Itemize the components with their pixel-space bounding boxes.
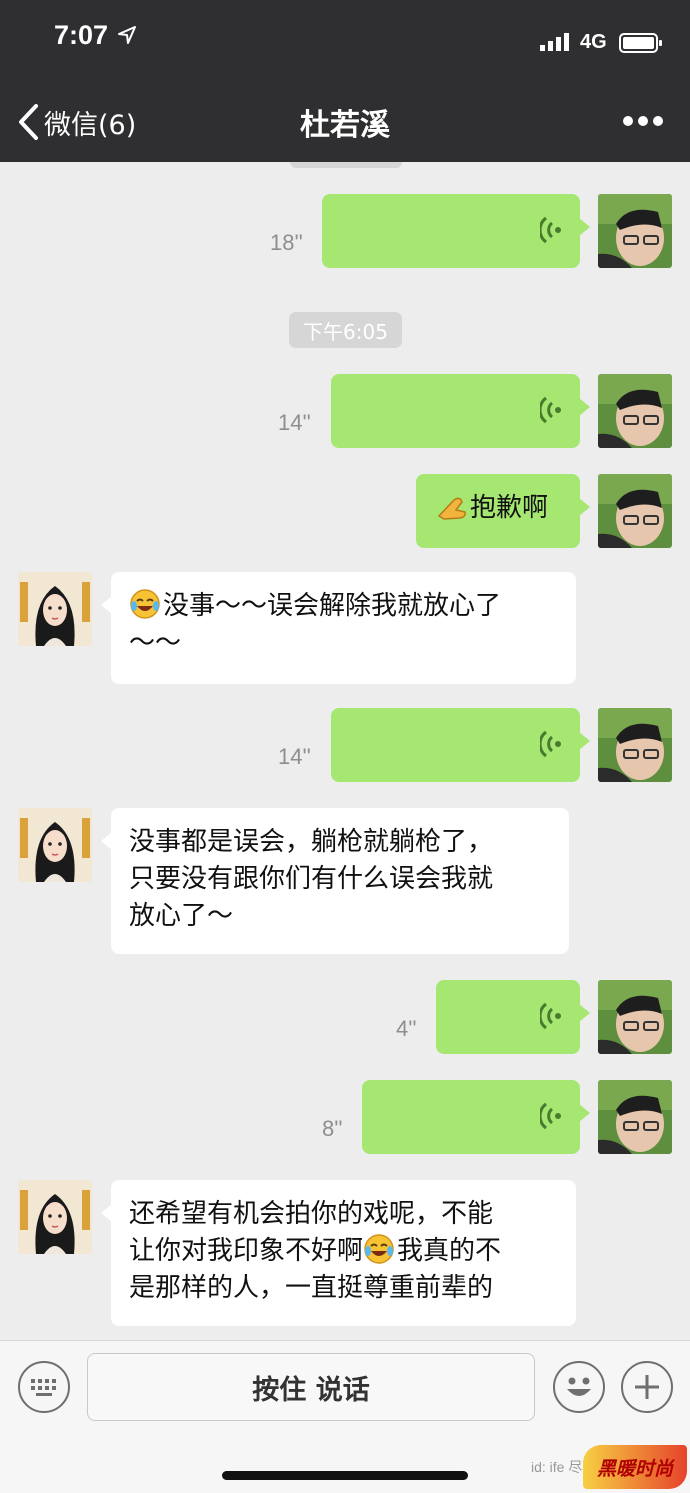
message-line: 放心了～ xyxy=(129,901,234,931)
my-avatar[interactable] xyxy=(598,980,672,1054)
message-text: 抱歉啊 xyxy=(470,493,549,523)
message-line: 还希望有机会拍你的戏呢，不能 xyxy=(129,1199,494,1229)
battery-icon xyxy=(619,33,662,53)
message-line: 是那样的人，一直挺尊重前辈的 xyxy=(129,1273,494,1303)
voice-wave-icon xyxy=(540,396,561,424)
network-type: 4G xyxy=(580,31,607,53)
location-arrow-icon xyxy=(118,26,136,44)
voice-duration: 18'' xyxy=(270,230,303,255)
message-list[interactable]: 18'' 下午6:05 14'' 抱歉啊 没事～～误会解除我就放心了 ～～ 14… xyxy=(0,162,690,1340)
voice-wave-icon xyxy=(540,1002,561,1030)
timestamp-chip: 下午6:05 xyxy=(289,312,402,348)
contact-avatar[interactable] xyxy=(18,808,92,882)
voice-message-bubble[interactable] xyxy=(322,194,590,268)
message-text: 让你对我印象不好啊 xyxy=(129,1236,364,1266)
voice-duration: 14'' xyxy=(278,410,311,435)
chat-title: 杜若溪 xyxy=(300,108,390,143)
smiley-icon xyxy=(567,1377,591,1396)
nav-header: 7:07 4G 微信(6) 杜若溪 xyxy=(0,0,690,162)
my-avatar[interactable] xyxy=(598,194,672,268)
voice-message-bubble[interactable] xyxy=(331,374,590,448)
voice-duration: 14'' xyxy=(278,744,311,769)
home-indicator xyxy=(222,1471,468,1480)
plus-icon xyxy=(635,1375,659,1399)
voice-duration: 4'' xyxy=(396,1016,417,1041)
text-message-bubble[interactable]: 还希望有机会拍你的戏呢，不能 让你对我印象不好啊 我真的不 是那样的人，一直挺尊… xyxy=(101,1180,576,1326)
more-options-icon[interactable] xyxy=(622,114,664,128)
voice-wave-icon xyxy=(540,1102,561,1130)
message-line: 只要没有跟你们有什么误会我就 xyxy=(129,864,494,894)
signal-icon xyxy=(540,33,569,51)
hands-together-emoji xyxy=(437,497,466,520)
voice-message-bubble[interactable] xyxy=(362,1080,590,1154)
hold-to-talk-button[interactable]: 按住 说话 xyxy=(87,1353,535,1421)
voice-wave-icon xyxy=(540,730,561,758)
laughing-crying-emoji xyxy=(364,1234,394,1264)
message-line: ～～ xyxy=(129,628,182,658)
voice-duration: 8'' xyxy=(322,1116,343,1141)
keyboard-icon xyxy=(31,1379,56,1396)
my-avatar[interactable] xyxy=(598,474,672,548)
my-avatar[interactable] xyxy=(598,708,672,782)
input-bar: 按住 说话 id: ife 尽生活 黑暖时尚 xyxy=(0,1340,690,1493)
contact-avatar[interactable] xyxy=(18,572,92,646)
voice-wave-icon xyxy=(540,216,561,244)
message-text: 没事～～误会解除我就放心了 xyxy=(163,591,502,621)
voice-message-bubble[interactable] xyxy=(331,708,590,782)
text-message-bubble[interactable]: 抱歉啊 xyxy=(416,474,590,548)
message-line: 让你对我印象不好啊 我真的不 xyxy=(129,1233,558,1270)
more-actions-button[interactable] xyxy=(621,1361,673,1413)
contact-avatar[interactable] xyxy=(18,1180,92,1254)
text-message-bubble[interactable]: 没事都是误会，躺枪就躺枪了， 只要没有跟你们有什么误会我就 放心了～ xyxy=(101,808,569,954)
message-line: 没事～～误会解除我就放心了 xyxy=(129,588,558,625)
laughing-crying-emoji xyxy=(130,589,160,619)
my-avatar[interactable] xyxy=(598,374,672,448)
message-line: 没事都是误会，躺枪就躺枪了， xyxy=(129,827,494,857)
text-message-bubble[interactable]: 没事～～误会解除我就放心了 ～～ xyxy=(101,572,576,684)
message-text: 我真的不 xyxy=(397,1236,502,1266)
emoji-button[interactable] xyxy=(553,1361,605,1413)
watermark-logo: 黑暖时尚 xyxy=(583,1445,687,1489)
my-avatar[interactable] xyxy=(598,1080,672,1154)
keyboard-toggle-button[interactable] xyxy=(18,1361,70,1413)
voice-message-bubble[interactable] xyxy=(436,980,590,1054)
timestamp-chip-partial xyxy=(290,162,402,168)
status-time: 7:07 xyxy=(54,20,109,50)
